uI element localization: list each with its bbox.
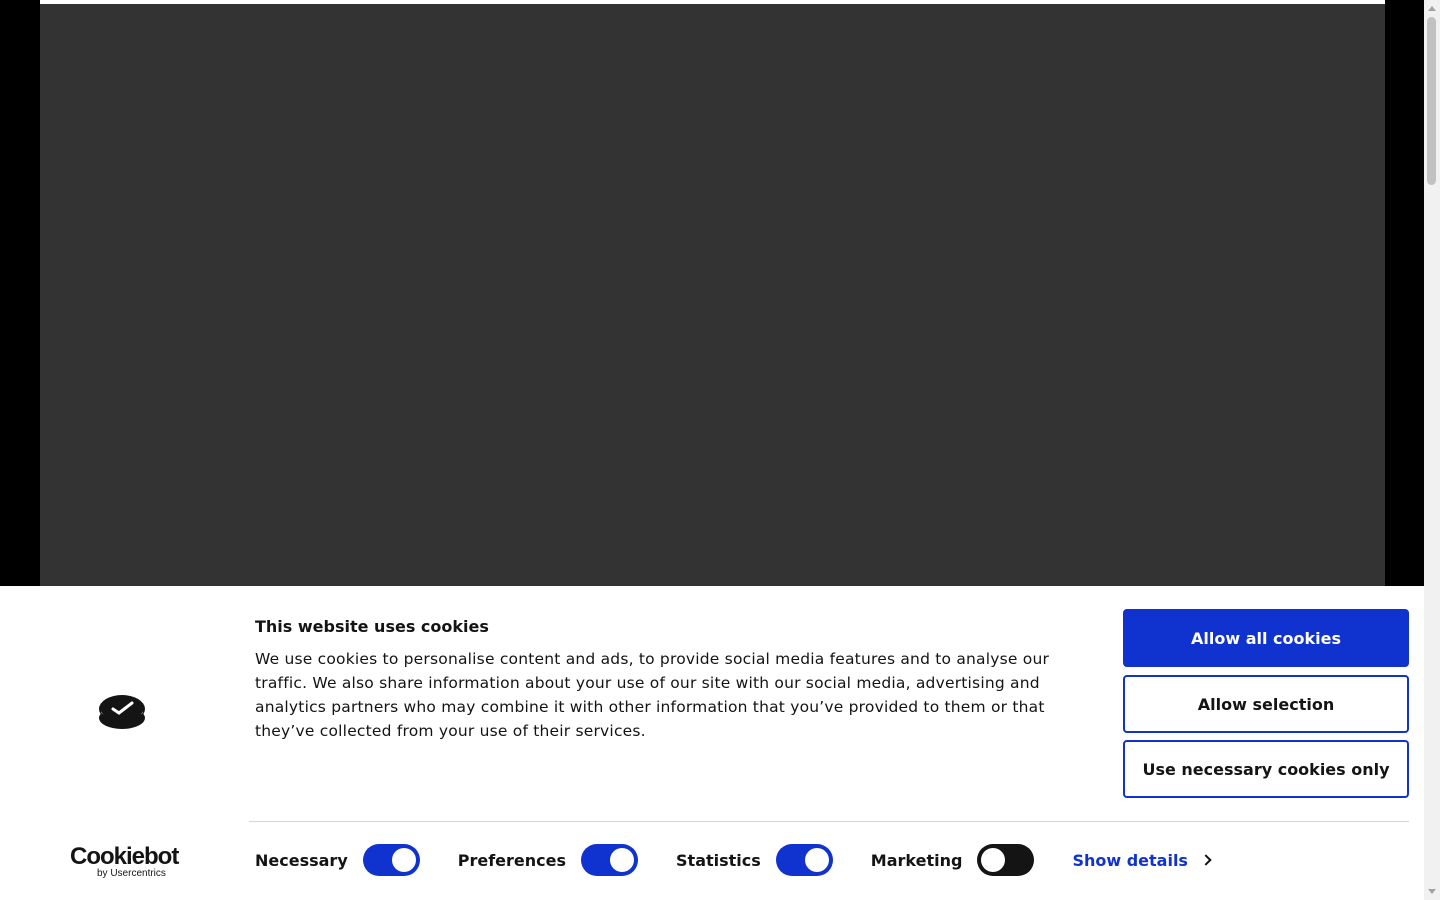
scroll-up-arrow-icon[interactable] (1424, 0, 1440, 16)
divider (249, 821, 1409, 822)
banner-title: This website uses cookies (255, 617, 489, 636)
toggle-label-marketing: Marketing (870, 850, 963, 870)
statistics-switch[interactable] (775, 844, 833, 876)
toggle-label-statistics: Statistics (676, 850, 761, 870)
allow-all-cookies-button[interactable]: Allow all cookies (1123, 609, 1409, 667)
allow-selection-button[interactable]: Allow selection (1123, 675, 1409, 733)
show-details-link[interactable]: Show details (1072, 850, 1212, 870)
switch-knob (391, 848, 416, 872)
scroll-thumb[interactable] (1427, 17, 1436, 185)
switch-knob (610, 848, 635, 872)
marketing-switch[interactable] (977, 844, 1035, 876)
chevron-right-icon (1200, 854, 1212, 866)
toggle-preferences: Preferences (457, 844, 639, 876)
page-scrollbar[interactable] (1424, 0, 1440, 900)
toggle-statistics: Statistics (676, 844, 833, 876)
consent-toggles: Necessary Preferences Statistics Marketi… (255, 844, 1212, 876)
switch-knob (804, 848, 829, 872)
cookiebot-sub: by Usercentrics (97, 868, 166, 879)
toggle-marketing: Marketing (871, 844, 1035, 876)
toggle-label-preferences: Preferences (457, 850, 567, 870)
show-details-label: Show details (1072, 850, 1188, 870)
switch-knob (981, 848, 1006, 872)
cookiebot-name: Cookiebot (70, 843, 179, 870)
banner-description: We use cookies to personalise content an… (255, 650, 1050, 740)
cookie-consent-banner: This website uses cookies We use cookies… (0, 586, 1424, 900)
toggle-label-necessary: Necessary (255, 850, 348, 870)
page: This website uses cookies We use cookies… (0, 0, 1424, 900)
cookie-logo-icon (99, 695, 145, 729)
video-player[interactable] (40, 4, 1385, 586)
scroll-down-arrow-icon[interactable] (1424, 884, 1440, 900)
necessary-cookies-only-button[interactable]: Use necessary cookies only (1123, 740, 1409, 798)
cookiebot-logo[interactable]: Cookiebot by Usercentrics (70, 843, 179, 880)
preferences-switch[interactable] (581, 844, 639, 876)
necessary-switch[interactable] (362, 844, 420, 876)
toggle-necessary: Necessary (255, 844, 420, 876)
